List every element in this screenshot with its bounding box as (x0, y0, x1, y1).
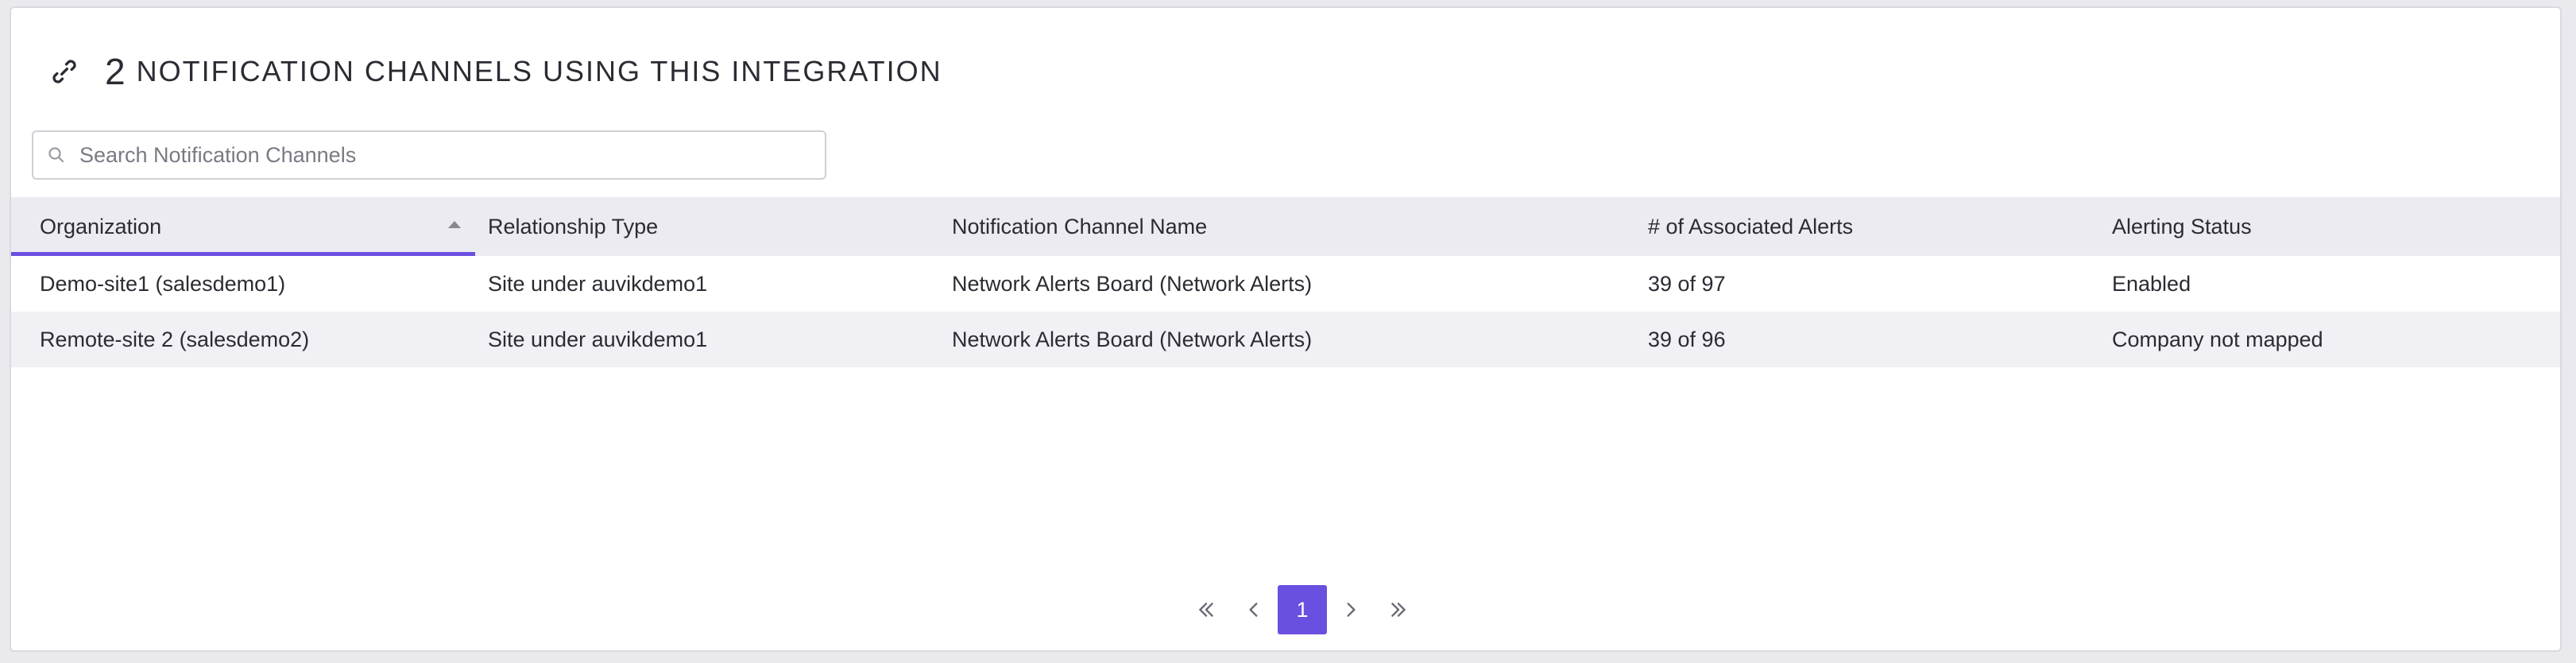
panel-title: NOTIFICATION CHANNELS USING THIS INTEGRA… (136, 55, 942, 87)
chevron-left-icon (1249, 603, 1258, 617)
column-header-relationship-type[interactable]: Relationship Type (488, 215, 658, 239)
cell-relationship-type: Site under auvikdemo1 (488, 327, 708, 351)
column-header-associated-alerts[interactable]: # of Associated Alerts (1648, 215, 1853, 239)
panel-header: 2 NOTIFICATION CHANNELS USING THIS INTEG… (46, 49, 942, 94)
sort-ascending-icon[interactable] (448, 221, 461, 228)
search-box[interactable] (32, 130, 826, 180)
column-header-alerting-status[interactable]: Alerting Status (2112, 215, 2252, 239)
link-icon (46, 53, 83, 90)
cell-organization: Remote-site 2 (salesdemo2) (40, 327, 310, 351)
double-chevron-right-icon (1391, 603, 1406, 617)
first-page-button[interactable] (1182, 586, 1230, 634)
cell-organization: Demo-site1 (salesdemo1) (40, 271, 286, 296)
channel-count: 2 (105, 51, 126, 92)
cell-alerting-status: Enabled (2112, 271, 2191, 296)
last-page-button[interactable] (1375, 586, 1422, 634)
cell-relationship-type: Site under auvikdemo1 (488, 271, 708, 296)
cell-channel-name: Network Alerts Board (Network Alerts) (952, 271, 1313, 296)
cell-associated-alerts: 39 of 96 (1648, 327, 1726, 351)
column-header-channel-name[interactable]: Notification Channel Name (952, 215, 1207, 239)
search-input[interactable] (79, 142, 795, 168)
chevron-right-icon (1347, 603, 1356, 617)
cell-alerting-status: Company not mapped (2112, 327, 2323, 351)
table-row[interactable]: Remote-site 2 (salesdemo2) Site under au… (11, 312, 2560, 367)
previous-page-button[interactable] (1230, 586, 1278, 634)
next-page-button[interactable] (1327, 586, 1375, 634)
search-icon (44, 143, 68, 167)
pagination: 1 (1182, 585, 1422, 634)
channels-table: Organization Relationship Type Notificat… (11, 197, 2560, 367)
column-header-organization[interactable]: Organization (40, 215, 161, 239)
integration-channels-panel: 2 NOTIFICATION CHANNELS USING THIS INTEG… (10, 6, 2562, 652)
cell-channel-name: Network Alerts Board (Network Alerts) (952, 327, 1313, 351)
table-header: Organization Relationship Type Notificat… (11, 197, 2560, 256)
double-chevron-left-icon (1199, 603, 1213, 617)
page-button-current[interactable]: 1 (1278, 585, 1327, 634)
table-row[interactable]: Demo-site1 (salesdemo1) Site under auvik… (11, 256, 2560, 312)
cell-associated-alerts: 39 of 97 (1648, 271, 1726, 296)
